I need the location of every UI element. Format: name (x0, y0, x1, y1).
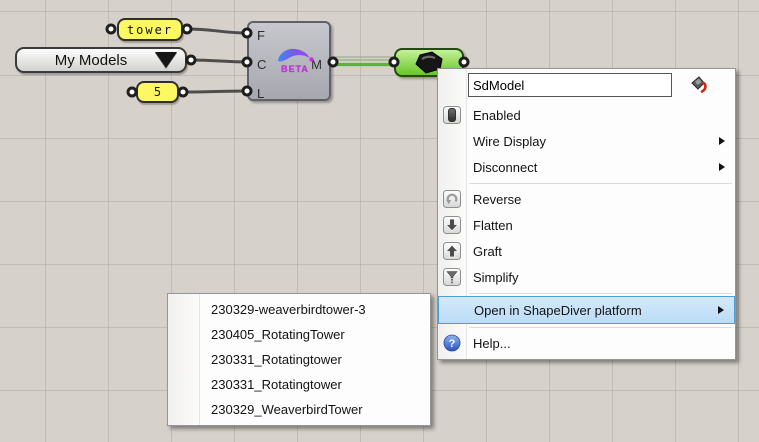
menu-item-label: Help... (473, 336, 511, 351)
menu-item-disconnect[interactable]: Disconnect (438, 154, 735, 180)
menu-item-label: Graft (473, 244, 502, 259)
menu-item-flatten[interactable]: Flatten (438, 212, 735, 238)
menu-separator (469, 183, 732, 184)
panel-number-label: 5 (154, 85, 161, 99)
panel-number[interactable]: 5 (136, 81, 179, 103)
beta-dot-icon (309, 57, 313, 61)
menu-item-enabled[interactable]: Enabled (438, 102, 735, 128)
rename-row (438, 73, 735, 99)
wire-m-to-model-selected[interactable] (333, 57, 394, 65)
graft-arrow-icon (438, 242, 465, 260)
submenu-item-label: 230331_Rotatingtower (211, 352, 342, 367)
wire-valuelist-to-c[interactable] (191, 60, 247, 62)
menu-item-label: Reverse (473, 192, 521, 207)
five-input-grip[interactable] (127, 87, 138, 98)
panel-tower-label: tower (127, 23, 173, 37)
input-label-c: C (257, 57, 266, 72)
value-list-my-models[interactable]: My Models (15, 47, 187, 73)
input-label-l: L (257, 86, 264, 101)
beta-badge: BETA (281, 64, 309, 74)
panel-tower[interactable]: tower (117, 18, 183, 41)
grip-input-f[interactable] (242, 28, 253, 39)
menu-item-label: Flatten (473, 218, 513, 233)
menu-item-help[interactable]: ? Help... (438, 330, 735, 356)
menu-item-label: Wire Display (473, 134, 546, 149)
value-list-output-grip[interactable] (186, 55, 197, 66)
menu-item-label: Simplify (473, 270, 519, 285)
input-label-f: F (257, 28, 265, 43)
menu-item-open-in-shapediver[interactable]: Open in ShapeDiver platform (438, 296, 735, 324)
cloud-swoosh-icon: BETA (276, 45, 316, 79)
menu-item-wire-display[interactable]: Wire Display (438, 128, 735, 154)
dropdown-arrow-icon[interactable] (155, 52, 177, 68)
svg-text:?: ? (448, 338, 455, 350)
toggle-icon (438, 106, 465, 124)
menu-item-simplify[interactable]: Simplify (438, 264, 735, 290)
reverse-icon (438, 190, 465, 208)
flatten-arrow-icon (438, 216, 465, 234)
value-list-label: My Models (17, 52, 155, 69)
submenu-arrow-icon (718, 306, 724, 314)
submenu-item-model[interactable]: 230329-weaverbirdtower-3 (168, 297, 430, 322)
tower-output-grip[interactable] (182, 24, 193, 35)
submenu-item-model[interactable]: 230331_Rotatingtower (168, 372, 430, 397)
grasshopper-canvas[interactable]: { "colors": { "canvas_bg": "#d6d2cb", "g… (0, 0, 759, 442)
menu-item-graft[interactable]: Graft (438, 238, 735, 264)
menu-separator (469, 293, 732, 294)
grip-input-c[interactable] (242, 57, 253, 68)
menu-separator (469, 327, 732, 328)
submenu-arrow-icon (719, 137, 725, 145)
menu-item-label: Open in ShapeDiver platform (474, 303, 642, 318)
submenu-item-model[interactable]: 230405_RotatingTower (168, 322, 430, 347)
models-submenu: 230329-weaverbirdtower-3 230405_Rotating… (167, 293, 431, 426)
model-input-grip[interactable] (389, 57, 400, 68)
submenu-item-label: 230331_Rotatingtower (211, 377, 342, 392)
tower-input-grip[interactable] (106, 24, 117, 35)
wire-five-to-l[interactable] (183, 91, 247, 92)
submenu-item-model[interactable]: 230329_WeaverbirdTower (168, 397, 430, 422)
simplify-icon (438, 268, 465, 286)
model-output-grip[interactable] (459, 57, 470, 68)
context-menu: Enabled Wire Display Disconnect Reverse (437, 68, 736, 360)
submenu-item-label: 230405_RotatingTower (211, 327, 345, 342)
paint-bucket-icon[interactable] (688, 74, 710, 96)
shapediver-component[interactable]: F C L M BETA (247, 21, 331, 101)
help-icon: ? (438, 334, 465, 352)
wire-tower-to-f[interactable] (187, 29, 247, 33)
submenu-item-model[interactable]: 230331_Rotatingtower (168, 347, 430, 372)
submenu-item-label: 230329_WeaverbirdTower (211, 402, 363, 417)
component-name-input[interactable] (468, 73, 672, 97)
grip-input-l[interactable] (242, 86, 253, 97)
grip-output-m[interactable] (328, 57, 339, 68)
menu-item-label: Enabled (473, 108, 521, 123)
menu-item-label: Disconnect (473, 160, 537, 175)
five-output-grip[interactable] (178, 87, 189, 98)
submenu-item-label: 230329-weaverbirdtower-3 (211, 302, 366, 317)
submenu-arrow-icon (719, 163, 725, 171)
menu-item-reverse[interactable]: Reverse (438, 186, 735, 212)
